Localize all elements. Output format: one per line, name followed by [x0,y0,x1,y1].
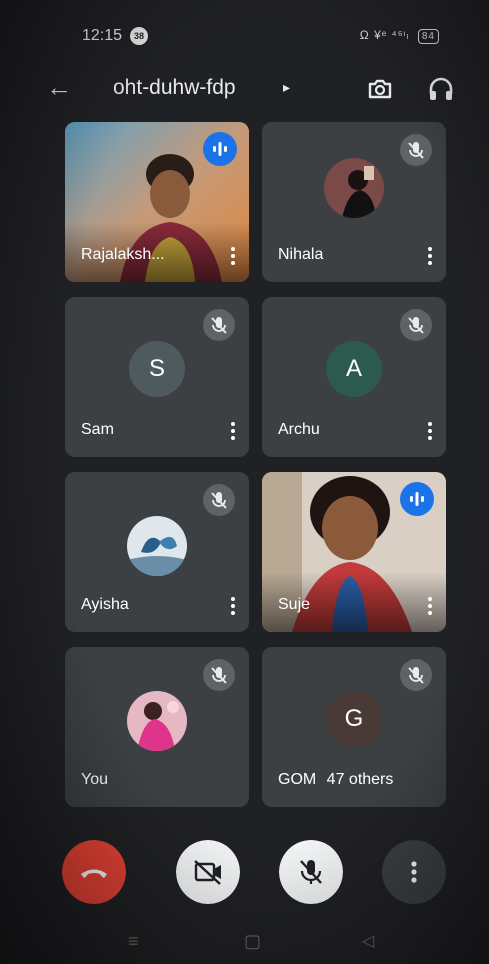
back-arrow-icon[interactable]: ← [46,72,72,103]
participant-tile-self[interactable]: You [65,647,249,807]
mic-muted-icon [400,309,432,341]
participant-tile[interactable]: A Archu [262,297,446,457]
home-square-icon[interactable]: ▢ [244,931,261,952]
mic-muted-icon [400,659,432,691]
participant-name: Nihala [278,246,324,263]
status-bar: 12:15 38 Ω ¥ᵉ ⁴⁶ᶦₗ 84 [0,0,489,60]
more-options-icon[interactable] [426,594,434,616]
others-count: 47 others [326,771,394,788]
participant-initial-avatar: A [326,341,382,397]
switch-camera-icon[interactable] [363,72,397,106]
call-controls [0,830,489,910]
others-tile[interactable]: G GOM 47 others [262,647,446,807]
mic-muted-icon [203,484,235,516]
participant-avatar [127,516,187,576]
meeting-header: ← oht-duhw-fdp ▸ [0,64,489,114]
more-options-icon[interactable] [229,244,237,266]
camera-toggle-button[interactable] [176,840,240,904]
more-options-icon[interactable] [229,419,237,441]
participant-name: Archu [278,421,320,438]
participant-tile[interactable]: Ayisha [65,472,249,632]
microphone-toggle-button[interactable] [279,840,343,904]
participant-tile[interactable]: Nihala [262,122,446,282]
participant-name: Sam [81,421,114,438]
headphones-audio-icon[interactable] [424,72,458,106]
others-label: GOM 47 others [278,771,393,789]
mic-muted-icon [203,659,235,691]
participant-tile[interactable]: S Sam [65,297,249,457]
system-status-icons: Ω ¥ᵉ ⁴⁶ᶦₗ 84 [360,28,439,44]
participant-name: GOM [278,771,317,788]
more-options-icon[interactable] [426,244,434,266]
participant-name: Ayisha [81,596,129,613]
speaking-indicator-icon [203,132,237,166]
battery-icon: 84 [417,29,439,44]
notification-count-badge: 38 [130,27,148,45]
participant-avatar [324,158,384,218]
end-call-button[interactable] [62,840,126,904]
meeting-code-title[interactable]: oht-duhw-fdp [113,76,236,100]
participant-initial-avatar: S [129,341,185,397]
android-nav-bar: ≡ ▢ ◁ [0,915,489,964]
recents-menu-icon[interactable]: ≡ [128,931,139,952]
more-options-icon[interactable] [426,419,434,441]
phone-screen: 12:15 38 Ω ¥ᵉ ⁴⁶ᶦₗ 84 ← oht-duhw-fdp ▸ R… [0,0,489,964]
more-options-icon[interactable] [229,594,237,616]
speaking-indicator-icon [400,482,434,516]
participant-avatar [127,691,187,751]
vertical-dots-icon [411,861,417,883]
mic-muted-icon [203,309,235,341]
status-time: 12:15 [82,27,123,44]
participant-tile[interactable]: Rajalaksh... [65,122,249,282]
participant-name: Rajalaksh... [81,246,165,263]
participant-name: You [81,771,108,788]
more-options-button[interactable] [382,840,446,904]
signal-icons: Ω ¥ᵉ ⁴⁶ᶦₗ [359,28,410,42]
mic-muted-icon [400,134,432,166]
chevron-right-icon[interactable]: ▸ [283,79,290,96]
back-triangle-icon[interactable]: ◁ [362,931,374,951]
participant-initial-avatar: G [326,691,382,747]
participant-tile[interactable]: Suje [262,472,446,632]
participant-name: Suje [278,596,311,613]
